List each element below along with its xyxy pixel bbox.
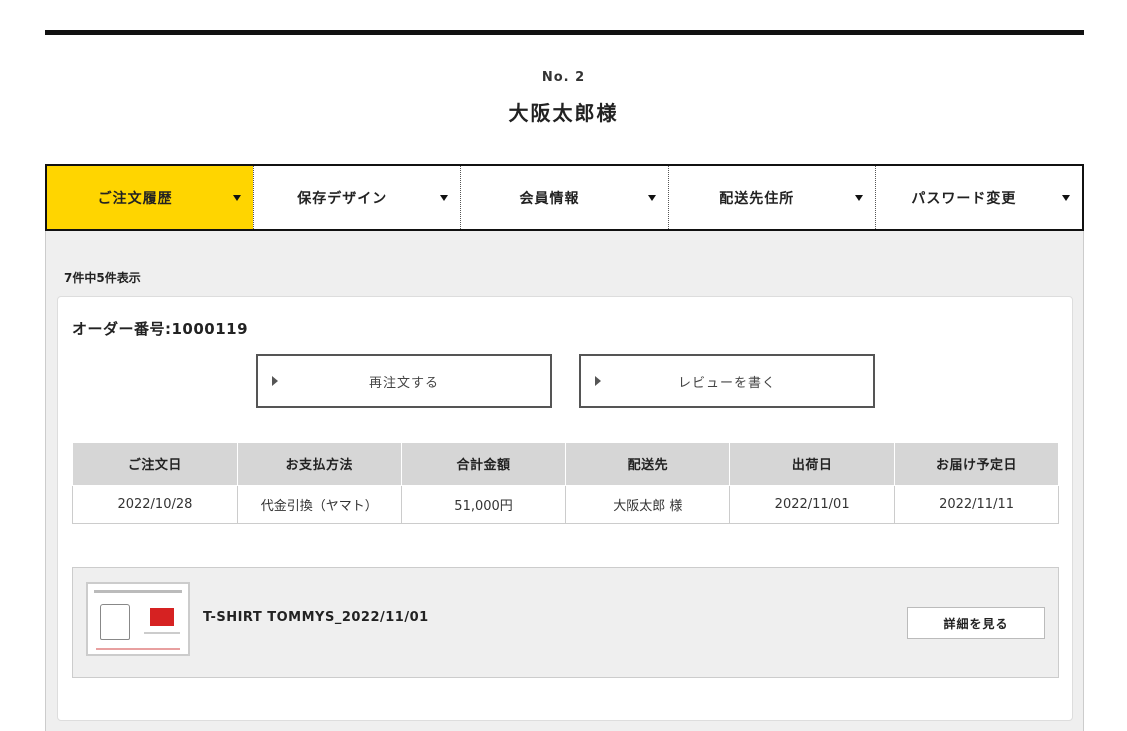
write-review-button[interactable]: レビューを書く [579, 354, 875, 408]
review-label: レビューを書く [677, 375, 776, 391]
caret-down-icon [1062, 194, 1071, 201]
top-divider [45, 30, 1084, 35]
reorder-button[interactable]: 再注文する [256, 354, 552, 408]
thumbnail-text-line [144, 632, 180, 634]
ship-to: 大阪太郎 様 [565, 484, 731, 524]
table-row: 2022/10/28 代金引換（ヤマト） 51,000円 大阪太郎 様 2022… [72, 484, 1059, 524]
caret-down-icon [854, 194, 863, 201]
caret-down-icon [647, 194, 656, 201]
tab-member-info[interactable]: 会員情報 [460, 166, 667, 229]
total-amount: 51,000円 [400, 484, 567, 524]
order-date: 2022/10/28 [72, 484, 238, 524]
column-header: 出荷日 [729, 443, 896, 486]
member-name: 大阪太郎様 [508, 101, 619, 125]
design-print-mark [150, 608, 174, 626]
ship-date: 2022/11/01 [729, 484, 896, 524]
delivery-date: 2022/11/11 [894, 484, 1059, 524]
tab-saved-designs[interactable]: 保存デザイン [253, 166, 460, 229]
column-header: ご注文日 [72, 443, 238, 486]
thumbnail-header-bar [94, 590, 182, 593]
column-header: 配送先 [565, 443, 731, 486]
tab-password-change[interactable]: パスワード変更 [874, 166, 1082, 229]
tab-label: 会員情報 [519, 190, 580, 207]
tab-label: 配送先住所 [719, 190, 795, 207]
mypage-tabs: ご注文履歴 保存デザイン 会員情報 配送先住所 パスワード変更 [45, 164, 1084, 231]
order-number: オーダー番号:1000119 [72, 320, 249, 338]
view-details-button[interactable]: 詳細を見る [907, 607, 1045, 639]
order-summary-table: ご注文日 お支払方法 合計金額 配送先 出荷日 お届け予定日 2022/10/2… [72, 443, 1059, 524]
column-header: お届け予定日 [894, 443, 1059, 486]
column-header: お支払方法 [236, 443, 402, 486]
order-item: T-SHIRT TOMMYS_2022/11/01 詳細を見る [72, 567, 1059, 678]
tab-label: ご注文履歴 [97, 190, 173, 207]
item-name: T-SHIRT TOMMYS_2022/11/01 [203, 610, 429, 625]
tab-order-history[interactable]: ご注文履歴 [47, 166, 254, 229]
tab-label: パスワード変更 [911, 190, 1017, 207]
member-number: No. 2 [541, 70, 586, 85]
tab-label: 保存デザイン [297, 190, 388, 207]
order-history-panel: 7件中5件表示 オーダー番号:1000119 再注文する レビューを書く ご注文… [45, 231, 1084, 731]
play-arrow-icon [595, 376, 601, 386]
design-thumbnail[interactable] [86, 582, 190, 656]
tab-shipping-address[interactable]: 配送先住所 [667, 166, 875, 229]
result-count: 7件中5件表示 [64, 271, 141, 285]
table-header-row: ご注文日 お支払方法 合計金額 配送先 出荷日 お届け予定日 [72, 443, 1059, 486]
caret-down-icon [440, 194, 449, 201]
order-card: オーダー番号:1000119 再注文する レビューを書く ご注文日 お支払方法 … [57, 296, 1073, 721]
play-arrow-icon [272, 376, 278, 386]
reorder-label: 再注文する [368, 375, 439, 391]
caret-down-icon [233, 194, 242, 201]
column-header: 合計金額 [400, 443, 567, 486]
payment-method: 代金引換（ヤマト） [236, 484, 402, 524]
tshirt-icon [100, 604, 130, 640]
thumbnail-text-line [96, 648, 180, 650]
